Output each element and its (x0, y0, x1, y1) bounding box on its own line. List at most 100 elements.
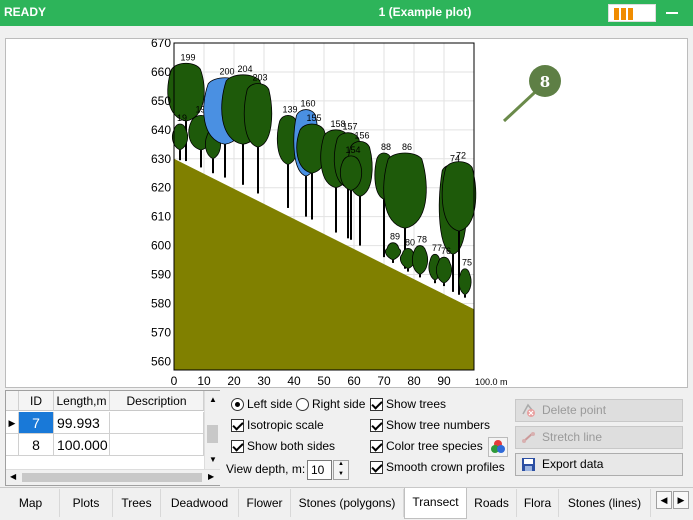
tab-trees[interactable]: Trees (113, 489, 161, 517)
right-side-radio[interactable] (296, 398, 309, 411)
x-tick-label: 10 (197, 374, 211, 388)
transect-chart: 1991941940200204203139160155158157156154… (151, 39, 561, 388)
color-tree-species-label[interactable]: Color tree species (386, 439, 483, 453)
scroll-down-icon[interactable]: ▼ (209, 455, 217, 464)
show-both-sides-checkbox[interactable] (231, 440, 244, 453)
plot-title: 1 (Example plot) (378, 5, 472, 19)
view-depth-label: View depth, m: (226, 462, 306, 476)
tab-flora[interactable]: Flora (517, 489, 559, 517)
compass-label: 8 (540, 73, 550, 91)
x-tick-label: 80 (407, 374, 421, 388)
table-cell-id[interactable]: 8 (19, 434, 54, 456)
delete-point-label: Delete point (542, 403, 607, 417)
row-selector-icon: ▶ (6, 412, 19, 434)
scroll-left-icon[interactable]: ◀ (10, 472, 16, 481)
tree-number-label: 200 (219, 67, 234, 77)
tab-stones-polygons[interactable]: Stones (polygons) (291, 489, 404, 517)
tree-number-label: 160 (300, 99, 315, 109)
tab-bar: Map Plots Trees Deadwood Flower Stones (… (0, 487, 693, 520)
scroll-thumb[interactable] (22, 473, 202, 482)
isotropic-scale-label[interactable]: Isotropic scale (247, 418, 324, 432)
tree-number-label: 154 (345, 145, 360, 155)
stepper-up-icon[interactable]: ▲ (338, 461, 344, 467)
tab-stones-lines[interactable]: Stones (lines) (559, 489, 651, 517)
delete-point-button[interactable]: Delete point (515, 399, 683, 422)
tab-transect[interactable]: Transect (404, 488, 467, 519)
table-cell-length[interactable]: 99.993 (54, 412, 110, 434)
tree-crown (458, 268, 472, 296)
tab-deadwood[interactable]: Deadwood (161, 489, 239, 517)
tab-flower[interactable]: Flower (239, 489, 291, 517)
tab-scroll-right-icon[interactable]: ▶ (673, 491, 689, 509)
show-trees-checkbox[interactable] (370, 398, 383, 411)
tab-roads[interactable]: Roads (467, 489, 517, 517)
right-side-label[interactable]: Right side (312, 397, 365, 411)
stepper-down-icon[interactable]: ▼ (338, 471, 344, 477)
y-tick-label: 590 (151, 268, 171, 282)
tree-number-label: 88 (381, 142, 391, 152)
show-tree-numbers-checkbox[interactable] (370, 419, 383, 432)
isotropic-scale-checkbox[interactable] (231, 419, 244, 432)
table-cell-length[interactable]: 100.000 (54, 434, 110, 456)
stretch-line-button[interactable]: Stretch line (515, 426, 683, 449)
tree-number-label: 86 (402, 142, 412, 152)
smooth-crown-checkbox[interactable] (370, 461, 383, 474)
scroll-thumb[interactable] (207, 425, 218, 443)
x-tick-label: 50 (317, 374, 331, 388)
smooth-crown-label[interactable]: Smooth crown profiles (386, 460, 505, 474)
table-cell-description[interactable] (110, 412, 204, 434)
x-tick-label: 90 (437, 374, 451, 388)
y-tick-label: 610 (151, 210, 171, 224)
transect-grid[interactable]: ID Length,m Description ▶ 7 99.993 8 100… (5, 390, 220, 486)
view-depth-stepper[interactable]: ▲ ▼ (333, 460, 349, 480)
show-trees-label[interactable]: Show trees (386, 397, 446, 411)
tree-number-label: 78 (417, 235, 427, 245)
status-text: READY (4, 5, 47, 19)
tree-number-label: 203 (252, 73, 267, 83)
grid-horizontal-scrollbar[interactable]: ◀ ▶ (6, 469, 220, 485)
row-selector (6, 434, 19, 456)
y-tick-label: 630 (151, 152, 171, 166)
save-disk-icon (522, 458, 535, 471)
delete-point-icon (522, 403, 535, 417)
x-axis-end-label: 100.0 m (475, 377, 508, 387)
scroll-up-icon[interactable]: ▲ (209, 395, 217, 404)
export-data-button[interactable]: Export data (515, 453, 683, 476)
grid-vertical-scrollbar[interactable]: ▲ ▼ (204, 391, 220, 469)
tree-number-label: 156 (354, 130, 369, 140)
x-tick-label: 0 (171, 374, 178, 388)
transect-plot[interactable]: 1991941940200204203139160155158157156154… (5, 38, 688, 388)
tree-crown (339, 155, 363, 192)
left-side-label[interactable]: Left side (247, 397, 292, 411)
stretch-line-label: Stretch line (542, 430, 603, 444)
x-tick-label: 70 (377, 374, 391, 388)
tree-number-label: 19 (177, 113, 187, 123)
show-tree-numbers-label[interactable]: Show tree numbers (386, 418, 490, 432)
table-cell-description[interactable] (110, 434, 204, 456)
x-tick-label: 40 (287, 374, 301, 388)
minimize-icon[interactable] (666, 12, 678, 14)
tree-crown (243, 83, 273, 148)
y-tick-label: 670 (151, 39, 171, 50)
layout-toggle-icon[interactable] (608, 4, 656, 22)
tab-map[interactable]: Map (2, 489, 60, 517)
tree-number-label: 76 (441, 246, 451, 256)
view-depth-input[interactable]: 10 (307, 460, 332, 480)
table-cell-id[interactable]: 7 (19, 412, 54, 434)
col-header-length[interactable]: Length,m (54, 391, 110, 411)
species-colors-icon[interactable] (488, 437, 508, 457)
col-header-id[interactable]: ID (19, 391, 54, 411)
compass-marker: 8 (502, 65, 561, 123)
col-header-description[interactable]: Description (110, 391, 204, 411)
scroll-right-icon[interactable]: ▶ (208, 472, 214, 481)
left-side-radio[interactable] (231, 398, 244, 411)
tree-number-label: 89 (390, 232, 400, 242)
tab-scroll-left-icon[interactable]: ◀ (656, 491, 672, 509)
y-tick-label: 640 (151, 123, 171, 137)
tree-crown (383, 152, 427, 229)
show-both-sides-label[interactable]: Show both sides (247, 439, 335, 453)
color-tree-species-checkbox[interactable] (370, 440, 383, 453)
tree-number-label: 155 (306, 113, 321, 123)
tab-plots[interactable]: Plots (60, 489, 113, 517)
tree-crown (412, 245, 428, 275)
